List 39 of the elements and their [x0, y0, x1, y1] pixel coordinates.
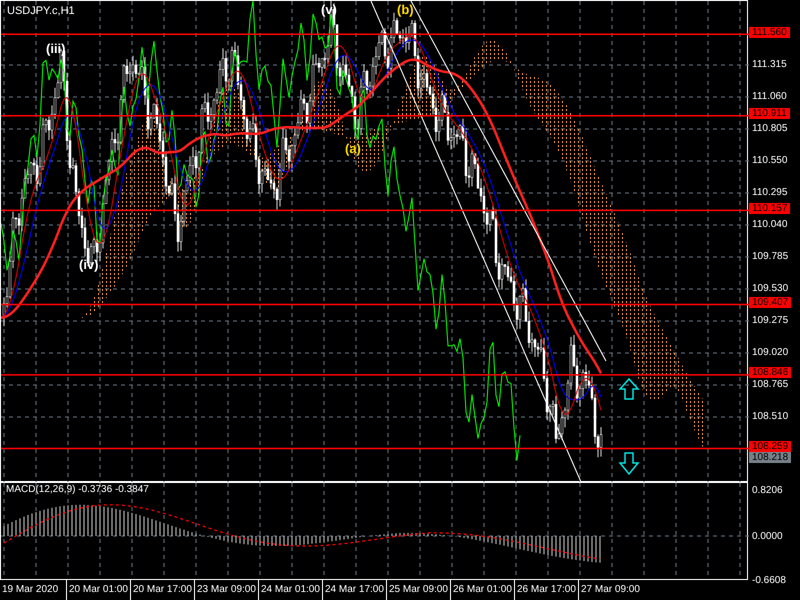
- price-tick: 108.510: [752, 411, 788, 424]
- time-label: 19 Mar 2020: [1, 583, 60, 597]
- price-tick: 109.020: [752, 347, 788, 360]
- macd-label: MACD(12,26,9) -0.3736 -0.3847: [6, 484, 149, 495]
- time-label: 20 Mar 17:00: [130, 580, 194, 600]
- time-label: 24 Mar 01:00: [258, 580, 322, 600]
- price-tick: 110.295: [752, 187, 788, 199]
- price-level-label: 108.259: [749, 441, 792, 452]
- down-arrow-icon: [618, 452, 640, 476]
- time-label: 27 Mar 09:00: [578, 580, 642, 600]
- price-tick: 109.530: [752, 283, 788, 296]
- time-label: 24 Mar 17:00: [322, 580, 386, 600]
- price-level-label: 110.157: [749, 202, 790, 214]
- price-tick: 110.805: [752, 123, 788, 135]
- price-level-label: 111.560: [749, 26, 790, 38]
- time-label: 26 Mar 17:00: [514, 580, 578, 600]
- price-tick: 111.060: [752, 91, 787, 103]
- price-tick: 110.040: [752, 219, 788, 231]
- price-level-label: 109.407: [749, 296, 792, 308]
- price-tick: 108.765: [752, 379, 788, 392]
- time-label: 20 Mar 01:00: [66, 580, 130, 600]
- wave-label: (b): [397, 2, 414, 17]
- time-label: 26 Mar 01:00: [450, 580, 514, 600]
- up-arrow-icon: [618, 378, 640, 400]
- macd-tick: -0.6608: [752, 575, 786, 587]
- price-tick: 111.315: [752, 59, 787, 71]
- current-price-label: 108.218: [749, 452, 792, 463]
- time-label: 23 Mar 09:00: [194, 580, 258, 600]
- price-tick: 109.785: [752, 251, 788, 263]
- price-level-label: 108.846: [749, 367, 792, 378]
- wave-label: (a): [345, 141, 361, 156]
- price-level-label: 110.911: [749, 108, 790, 120]
- price-tick: 109.275: [752, 315, 788, 328]
- macd-tick: 0.0000: [752, 531, 783, 543]
- wave-label: (iv): [79, 257, 98, 272]
- price-tick: 110.550: [752, 155, 788, 167]
- macd-tick: 0.8206: [752, 485, 783, 497]
- chart-title: USDJPY.c,H1: [7, 5, 75, 17]
- time-label: 25 Mar 09:00: [386, 580, 450, 600]
